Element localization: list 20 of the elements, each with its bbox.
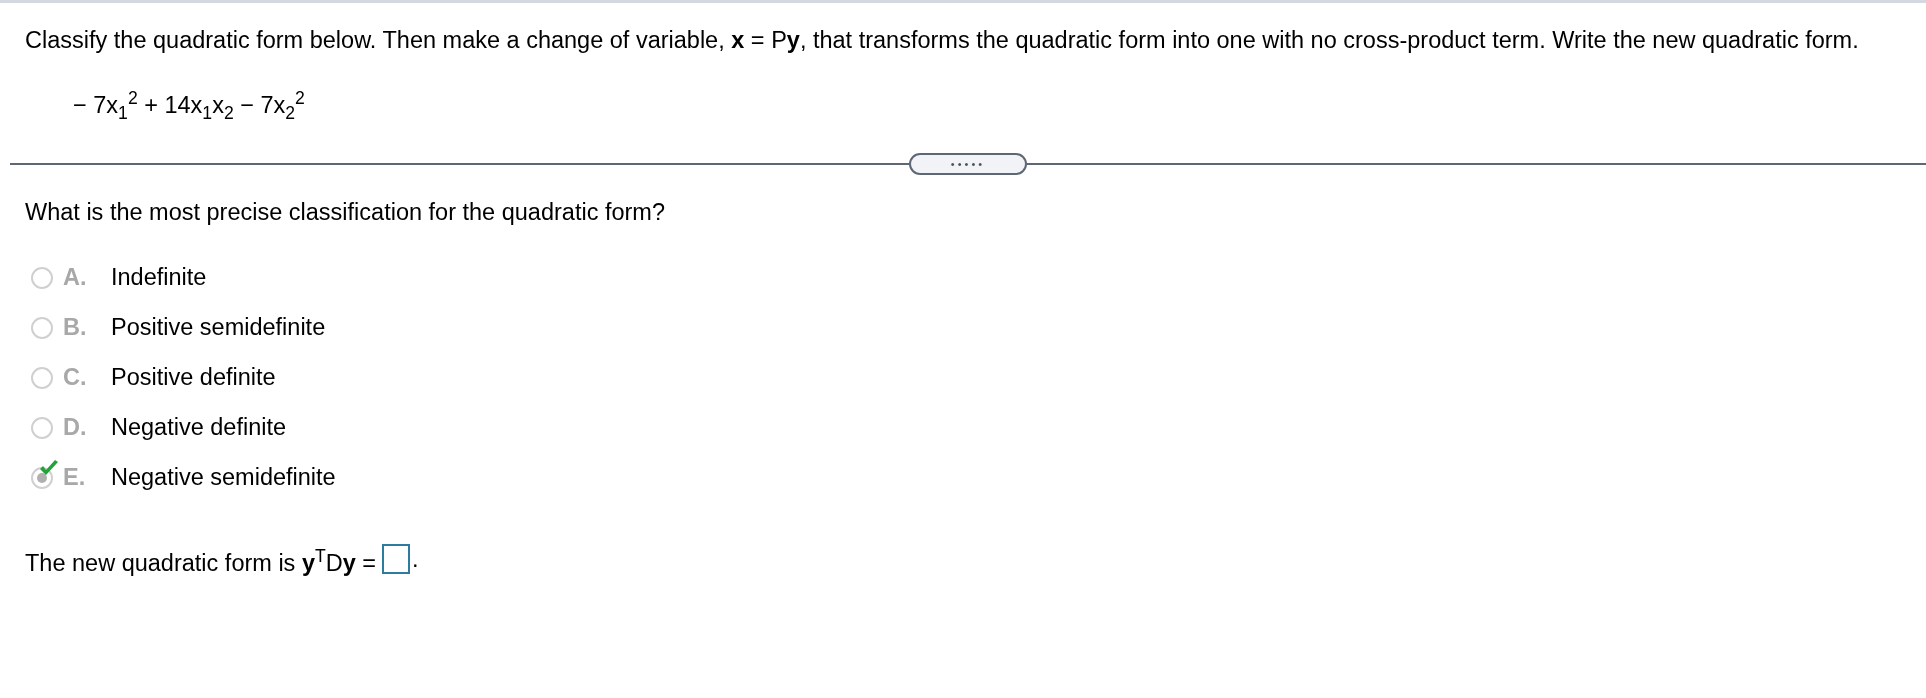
option-label: Negative definite: [111, 414, 287, 441]
option-letter: C.: [63, 364, 88, 391]
expand-button[interactable]: •••••: [909, 152, 1027, 175]
answer-field[interactable]: [382, 543, 411, 574]
option-label: Positive definite: [111, 364, 276, 391]
radio-button[interactable]: [31, 416, 53, 439]
radio-button[interactable]: [31, 316, 53, 339]
option-letter: D.: [63, 414, 88, 441]
option-letter: A.: [63, 264, 88, 291]
answer-period: .: [412, 544, 419, 574]
option-letter: B.: [63, 314, 88, 341]
question-text: What is the most precise classification for the quadratic form?: [25, 197, 666, 227]
option-label: Positive semidefinite: [111, 314, 326, 341]
radio-button[interactable]: [31, 266, 53, 289]
radio-button[interactable]: [31, 366, 53, 389]
option-label: Indefinite: [111, 264, 207, 291]
option-letter: E.: [63, 464, 87, 491]
answer-prompt: The new quadratic form is y$^{T}$Dy =: [25, 544, 377, 578]
instructions-text: Classify the quadratic form below. Then make a change of variable, x = Py, that transforms the quadratic form into one with no cross-product term. Write the new quadratic form.: [25, 26, 1860, 55]
option-label: Negative semidefinite: [111, 464, 336, 491]
